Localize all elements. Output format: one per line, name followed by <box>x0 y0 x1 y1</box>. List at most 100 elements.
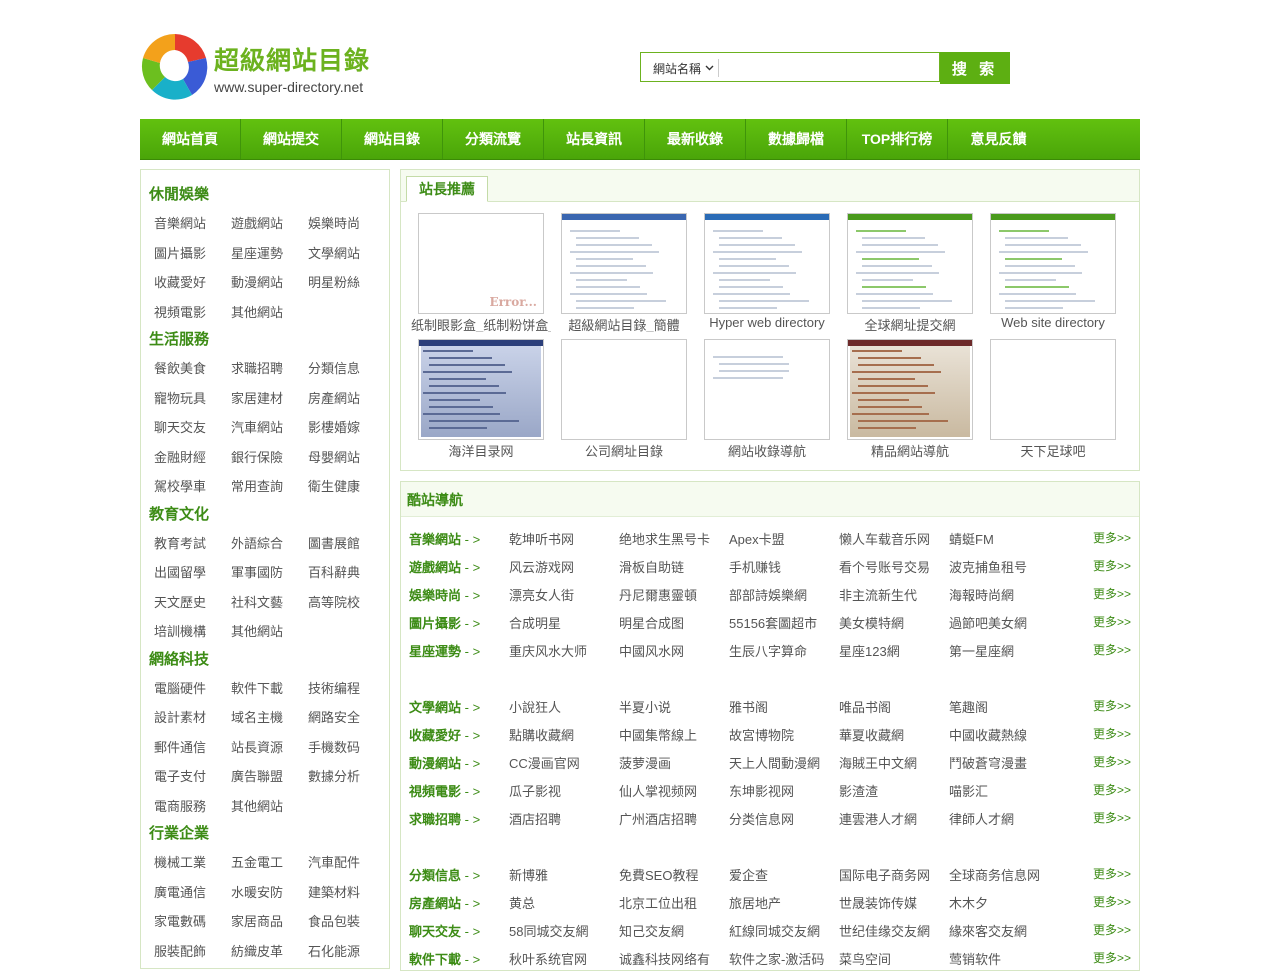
cool-site-link[interactable]: 绝地求生黑号卡 <box>619 529 723 548</box>
cool-site-link[interactable]: 旅居地产 <box>729 893 833 912</box>
site-thumbnail-caption[interactable]: 纸制眼影盒_纸制粉饼盒_纸制化妆盒_胭鲁 <box>411 315 551 332</box>
cool-site-link[interactable]: Apex卡盟 <box>729 529 833 548</box>
cool-site-link[interactable]: 广州酒店招聘 <box>619 809 723 828</box>
cool-category-link[interactable]: 娛樂時尚 - > <box>409 585 480 604</box>
cool-site-link[interactable]: 半夏小说 <box>619 697 723 716</box>
site-thumbnail[interactable] <box>847 213 973 314</box>
sidebar-category-title[interactable]: 休閒娛樂 <box>149 183 209 204</box>
sidebar-link[interactable]: 網路安全 <box>308 707 360 726</box>
cool-site-link[interactable]: 新博雅 <box>509 865 613 884</box>
sidebar-link[interactable]: 汽車網站 <box>231 417 283 436</box>
cool-site-link[interactable]: 中國风水网 <box>619 641 723 660</box>
nav-item[interactable]: 網站首頁 <box>140 119 241 159</box>
cool-site-link[interactable]: 木木夕 <box>949 893 1053 912</box>
sidebar-link[interactable]: 求職招聘 <box>231 358 283 377</box>
cool-site-link[interactable]: 點購收藏網 <box>509 725 613 744</box>
cool-category-link[interactable]: 視頻電影 - > <box>409 781 480 800</box>
cool-site-link[interactable]: 連雲港人才網 <box>839 809 943 828</box>
cool-site-link[interactable]: 黄总 <box>509 893 613 912</box>
sidebar-link[interactable]: 郵件通信 <box>154 737 206 756</box>
cool-site-link[interactable]: 菜鸟空间 <box>839 949 943 968</box>
cool-site-link[interactable]: 重庆风水大师 <box>509 641 613 660</box>
more-link[interactable]: 更多>> <box>1093 641 1131 658</box>
sidebar-category-title[interactable]: 網絡科技 <box>149 648 209 669</box>
site-thumbnail[interactable]: Error... <box>418 213 544 314</box>
cool-site-link[interactable]: 爱企查 <box>729 865 833 884</box>
cool-site-link[interactable]: 滑板自助链 <box>619 557 723 576</box>
site-thumbnail[interactable] <box>561 339 687 440</box>
cool-site-link[interactable]: 美女模特網 <box>839 613 943 632</box>
sidebar-link[interactable]: 遊戲網站 <box>231 213 283 232</box>
cool-site-link[interactable]: 鬥破蒼穹漫畫 <box>949 753 1053 772</box>
sidebar-link[interactable]: 食品包裝 <box>308 911 360 930</box>
site-thumbnail-caption[interactable]: 海洋目录网 <box>411 441 551 458</box>
cool-site-link[interactable]: 知己交友網 <box>619 921 723 940</box>
cool-site-link[interactable]: 55156套圖超市 <box>729 613 833 632</box>
cool-site-link[interactable]: 世晟装饰传媒 <box>839 893 943 912</box>
cool-site-link[interactable]: 世纪佳缘交友網 <box>839 921 943 940</box>
sidebar-link[interactable]: 服裝配飾 <box>154 941 206 960</box>
more-link[interactable]: 更多>> <box>1093 613 1131 630</box>
cool-site-link[interactable]: 海賊王中文網 <box>839 753 943 772</box>
more-link[interactable]: 更多>> <box>1093 781 1131 798</box>
cool-site-link[interactable]: 国际电子商务网 <box>839 865 943 884</box>
cool-site-link[interactable]: 緣來客交友網 <box>949 921 1053 940</box>
cool-site-link[interactable]: 风云游戏网 <box>509 557 613 576</box>
sidebar-link[interactable]: 設計素材 <box>154 707 206 726</box>
nav-item[interactable]: TOP排行榜 <box>847 119 948 159</box>
sidebar-link[interactable]: 五金電工 <box>231 852 283 871</box>
cool-site-link[interactable]: 中國收藏熱線 <box>949 725 1053 744</box>
sidebar-link[interactable]: 其他網站 <box>231 621 283 640</box>
sidebar-link[interactable]: 水暖安防 <box>231 882 283 901</box>
cool-site-link[interactable]: 星座123網 <box>839 641 943 660</box>
site-thumbnail[interactable] <box>990 213 1116 314</box>
cool-category-link[interactable]: 星座運勢 - > <box>409 641 480 660</box>
nav-item[interactable]: 站長資訊 <box>544 119 645 159</box>
more-link[interactable]: 更多>> <box>1093 921 1131 938</box>
cool-site-link[interactable]: 紅線同城交友網 <box>729 921 833 940</box>
sidebar-link[interactable]: 常用查詢 <box>231 476 283 495</box>
cool-site-link[interactable]: CC漫画官网 <box>509 753 613 772</box>
site-thumbnail-caption[interactable]: 天下足球吧 <box>983 441 1123 458</box>
site-thumbnail[interactable] <box>704 339 830 440</box>
cool-category-link[interactable]: 求職招聘 - > <box>409 809 480 828</box>
cool-site-link[interactable]: 天上人間動漫網 <box>729 753 833 772</box>
sidebar-link[interactable]: 駕校學車 <box>154 476 206 495</box>
cool-site-link[interactable]: 雅书阁 <box>729 697 833 716</box>
cool-site-link[interactable]: 菠萝漫画 <box>619 753 723 772</box>
cool-site-link[interactable]: 合成明星 <box>509 613 613 632</box>
sidebar-link[interactable]: 軍事國防 <box>231 562 283 581</box>
sidebar-link[interactable]: 母嬰網站 <box>308 447 360 466</box>
site-thumbnail[interactable] <box>847 339 973 440</box>
cool-category-link[interactable]: 分類信息 - > <box>409 865 480 884</box>
sidebar-link[interactable]: 機械工業 <box>154 852 206 871</box>
sidebar-link[interactable]: 汽車配件 <box>308 852 360 871</box>
sidebar-link[interactable]: 石化能源 <box>308 941 360 960</box>
cool-site-link[interactable]: 笔趣阁 <box>949 697 1053 716</box>
nav-item[interactable]: 意見反饋 <box>948 119 1049 159</box>
cool-category-link[interactable]: 收藏愛好 - > <box>409 725 480 744</box>
sidebar-link[interactable]: 其他網站 <box>231 796 283 815</box>
more-link[interactable]: 更多>> <box>1093 529 1131 546</box>
sidebar-link[interactable]: 軟件下載 <box>231 678 283 697</box>
sidebar-link[interactable]: 百科辭典 <box>308 562 360 581</box>
sidebar-link[interactable]: 家居建材 <box>231 388 283 407</box>
cool-site-link[interactable]: 软件之家-激活码 <box>729 949 833 968</box>
cool-category-link[interactable]: 文學網站 - > <box>409 697 480 716</box>
cool-category-link[interactable]: 軟件下載 - > <box>409 949 480 968</box>
sidebar-link[interactable]: 文學網站 <box>308 243 360 262</box>
cool-site-link[interactable]: 第一星座網 <box>949 641 1053 660</box>
cool-site-link[interactable]: 分类信息网 <box>729 809 833 828</box>
sidebar-link[interactable]: 聊天交友 <box>154 417 206 436</box>
search-button[interactable]: 搜 索 <box>940 52 1010 84</box>
sidebar-category-title[interactable]: 行業企業 <box>149 822 209 843</box>
cool-site-link[interactable]: 诚鑫科技网络有 <box>619 949 723 968</box>
cool-site-link[interactable]: 漂亮女人街 <box>509 585 613 604</box>
sidebar-link[interactable]: 社科文藝 <box>231 592 283 611</box>
cool-site-link[interactable]: 全球商务信息网 <box>949 865 1053 884</box>
sidebar-category-title[interactable]: 生活服務 <box>149 328 209 349</box>
cool-site-link[interactable]: 懒人车载音乐网 <box>839 529 943 548</box>
cool-site-link[interactable]: 酒店招聘 <box>509 809 613 828</box>
site-thumbnail[interactable] <box>561 213 687 314</box>
site-thumbnail[interactable] <box>418 339 544 440</box>
